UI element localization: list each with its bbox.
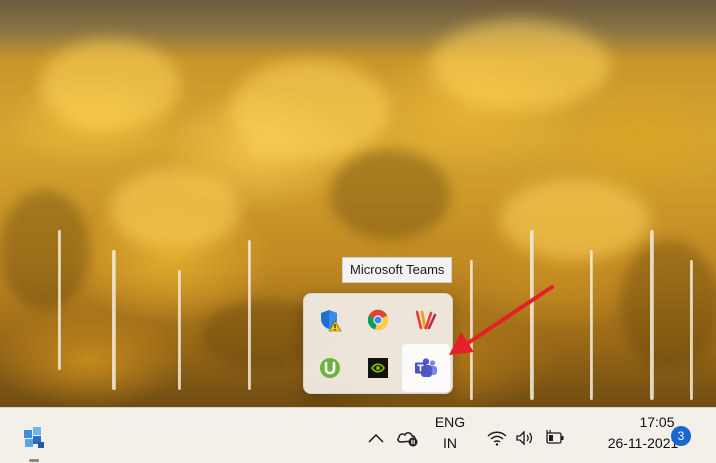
winamp-tray-button[interactable] [402, 296, 450, 344]
nvidia-icon [368, 358, 388, 378]
network-button[interactable] [484, 426, 510, 450]
microsoft-teams-icon [415, 358, 437, 377]
notification-count-badge[interactable]: 3 [671, 426, 691, 446]
region-code: IN [443, 435, 457, 451]
utorrent-tray-button[interactable] [306, 344, 354, 392]
onedrive-paused-icon [397, 432, 418, 447]
nvidia-tray-button[interactable] [354, 344, 402, 392]
teams-tray-button[interactable] [402, 344, 450, 392]
battery-charging-icon [546, 430, 564, 444]
volume-button[interactable] [513, 426, 537, 450]
onedrive-button[interactable] [394, 425, 422, 451]
wifi-icon [487, 431, 507, 446]
chrome-icon [367, 309, 389, 331]
chrome-tray-button[interactable] [354, 296, 402, 344]
windows-security-warning-icon [321, 310, 342, 332]
windows-security-tray-button[interactable] [306, 296, 354, 344]
show-hidden-icons-button[interactable] [364, 426, 388, 450]
taskbar: ENG IN 17:05 26-11-2021 [0, 407, 716, 463]
input-language-indicator[interactable]: ENG IN [434, 412, 466, 454]
teams-tooltip: Microsoft Teams [342, 257, 453, 283]
app-cubes-icon [24, 427, 44, 448]
winamp-icon [415, 310, 437, 330]
tray-overflow-flyout [303, 293, 453, 394]
pinned-app-button[interactable] [14, 420, 54, 456]
chevron-up-icon [368, 433, 384, 443]
speaker-icon [516, 430, 533, 446]
battery-button[interactable] [542, 426, 568, 450]
utorrent-icon [320, 358, 340, 378]
language-code: ENG [434, 414, 466, 430]
